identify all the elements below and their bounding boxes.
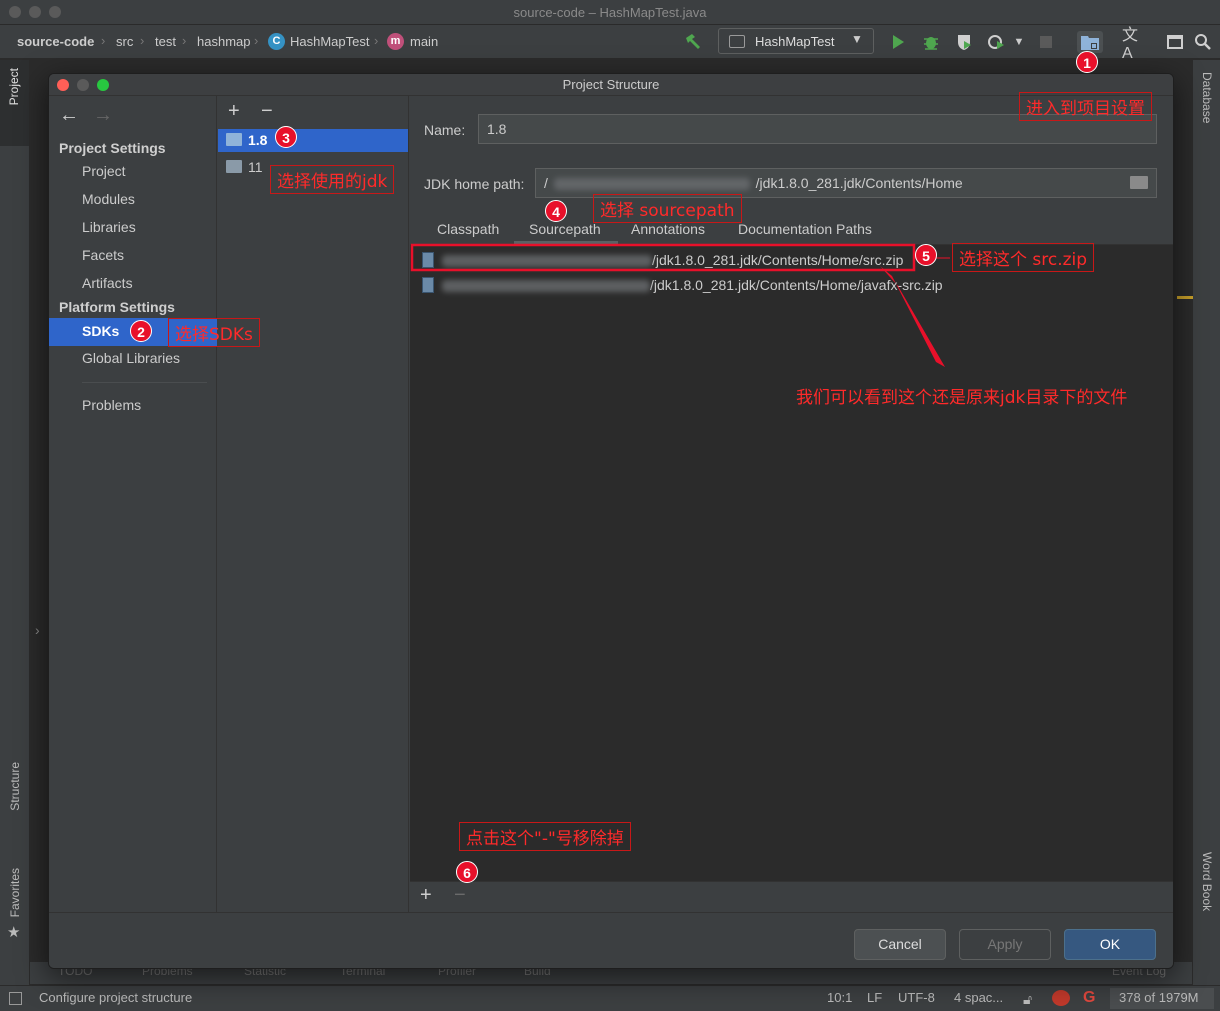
src-zip-highlight-box: [410, 243, 916, 272]
note-original-jdk-file: 我们可以看到这个还是原来jdk目录下的文件: [796, 388, 1128, 408]
note-select-sdks: 选择SDKs: [168, 318, 260, 347]
step-badge-1: 1: [1076, 51, 1098, 73]
arrow-pointer: [880, 266, 945, 367]
step-badge-3: 3: [275, 126, 297, 148]
note-select-sourcepath: 选择 sourcepath: [593, 194, 742, 223]
step-badge-4: 4: [545, 200, 567, 222]
step-badge-2: 2: [130, 320, 152, 342]
note-click-minus-remove: 点击这个"-"号移除掉: [459, 822, 631, 851]
note-select-jdk: 选择使用的jdk: [270, 165, 395, 194]
note-enter-project-settings: 进入到项目设置: [1019, 92, 1152, 121]
step-badge-6: 6: [456, 861, 478, 883]
note-select-src-zip: 选择这个 src.zip: [952, 243, 1095, 272]
step-badge-5: 5: [915, 244, 937, 266]
annotation-overlay: [410, 243, 950, 367]
